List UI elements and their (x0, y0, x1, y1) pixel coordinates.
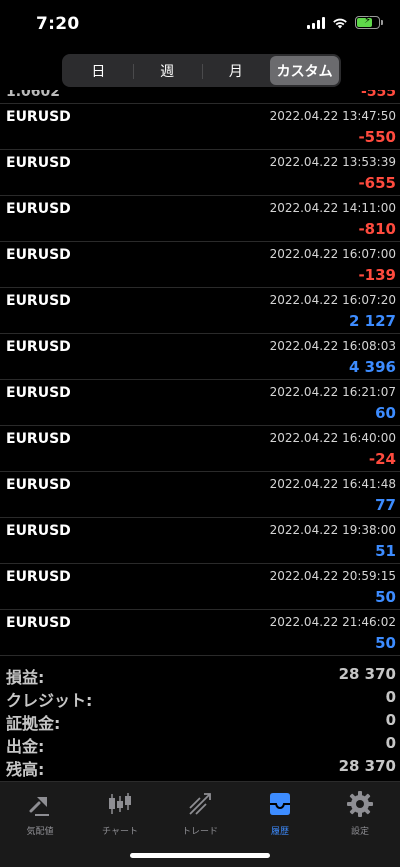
deal-profit: -810 (358, 220, 396, 238)
deal-row[interactable]: EURUSD 2022.04.22 14:11:00 -810 (0, 196, 400, 242)
period-segmented-control: 日 週 月 カスタム (62, 54, 341, 87)
deal-time: 2022.04.22 16:40:00 (269, 431, 396, 445)
deal-profit: 2 127 (349, 312, 396, 330)
deal-row[interactable]: EURUSD 2022.04.22 20:59:15 50 (0, 564, 400, 610)
partial-row-left: 1.0602 (6, 90, 61, 100)
home-indicator (130, 853, 270, 858)
status-icons: ⚡ (307, 15, 383, 29)
tab-quotes[interactable]: 気配値 (0, 782, 80, 867)
deal-time: 2022.04.22 13:47:50 (269, 109, 396, 123)
tab-day[interactable]: 日 (64, 56, 133, 85)
tab-custom[interactable]: カスタム (270, 56, 339, 85)
summary-value: 0 (385, 711, 396, 729)
deal-row[interactable]: EURUSD 2022.04.22 16:21:07 60 (0, 380, 400, 426)
summary-withdrawal: 出金: 0 (0, 731, 400, 756)
deal-profit: 60 (375, 404, 396, 422)
deal-profit: -550 (358, 128, 396, 146)
status-time: 7:20 (36, 14, 80, 34)
tab-month[interactable]: 月 (201, 56, 271, 85)
deal-symbol: EURUSD (6, 247, 71, 263)
deal-profit: 50 (375, 634, 396, 652)
deal-row[interactable]: EURUSD 2022.04.22 16:40:00 -24 (0, 426, 400, 472)
deal-time: 2022.04.22 13:53:39 (269, 155, 396, 169)
deal-symbol: EURUSD (6, 155, 71, 171)
summary-balance: 残高: 28 370 (0, 754, 400, 779)
summary-value: 0 (385, 688, 396, 706)
tab-label: チャート (102, 827, 138, 837)
quotes-icon (26, 790, 54, 818)
deal-profit: -655 (358, 174, 396, 192)
summary-label: 残高: (6, 760, 45, 779)
deal-time: 2022.04.22 16:07:20 (269, 293, 396, 307)
deal-row[interactable]: EURUSD 2022.04.22 16:41:48 77 (0, 472, 400, 518)
summary-value: 28 370 (338, 757, 396, 775)
deals-list[interactable]: 1.0602 -555 EURUSD 2022.04.22 13:47:50 -55… (0, 90, 400, 656)
battery-charging-icon: ⚡ (355, 15, 383, 29)
deal-row[interactable]: EURUSD 2022.04.22 16:07:20 2 127 (0, 288, 400, 334)
deal-profit: 77 (375, 496, 396, 514)
deal-time: 2022.04.22 16:08:03 (269, 339, 396, 353)
deal-row[interactable]: EURUSD 2022.04.22 16:08:03 4 396 (0, 334, 400, 380)
status-bar: 7:20 ⚡ (0, 0, 400, 50)
deal-profit: 51 (375, 542, 396, 560)
deal-symbol: EURUSD (6, 201, 71, 217)
history-inbox-icon (266, 790, 294, 818)
deal-symbol: EURUSD (6, 615, 71, 631)
tab-label: 気配値 (26, 827, 54, 837)
tab-settings[interactable]: 設定 (320, 782, 400, 867)
summary-value: 28 370 (338, 665, 396, 683)
summary-credit: クレジット: 0 (0, 685, 400, 710)
deal-symbol: EURUSD (6, 293, 71, 309)
candlestick-chart-icon (106, 790, 134, 818)
deal-symbol: EURUSD (6, 109, 71, 125)
tab-label: 設定 (350, 827, 369, 837)
deal-row[interactable]: EURUSD 2022.04.22 16:07:00 -139 (0, 242, 400, 288)
deal-row[interactable]: EURUSD 2022.04.22 13:53:39 -655 (0, 150, 400, 196)
cellular-signal-icon (307, 16, 325, 29)
deal-time: 2022.04.22 19:38:00 (269, 523, 396, 537)
summary-deposit: 証拠金: 0 (0, 708, 400, 733)
deal-symbol: EURUSD (6, 569, 71, 585)
account-summary: 損益: 28 370 クレジット: 0 証拠金: 0 出金: 0 残高: 28 … (0, 662, 400, 779)
deal-profit: 4 396 (349, 358, 396, 376)
deal-symbol: EURUSD (6, 385, 71, 401)
deal-time: 2022.04.22 16:21:07 (269, 385, 396, 399)
tab-label: トレード (181, 827, 218, 837)
deal-row[interactable]: EURUSD 2022.04.22 21:46:02 50 (0, 610, 400, 656)
tab-label: 履歴 (270, 827, 289, 837)
deal-symbol: EURUSD (6, 431, 71, 447)
deal-symbol: EURUSD (6, 523, 71, 539)
summary-value: 0 (385, 734, 396, 752)
deal-time: 2022.04.22 21:46:02 (269, 615, 396, 629)
trade-icon (186, 790, 214, 818)
deal-profit: -139 (358, 266, 396, 284)
deal-time: 2022.04.22 16:41:48 (269, 477, 396, 491)
tab-week[interactable]: 週 (132, 56, 202, 85)
summary-profit: 損益: 28 370 (0, 662, 400, 687)
partial-row-right: -555 (360, 90, 396, 100)
deal-profit: -24 (368, 450, 396, 468)
deal-profit: 50 (375, 588, 396, 606)
deal-time: 2022.04.22 14:11:00 (269, 201, 396, 215)
deal-time: 2022.04.22 20:59:15 (269, 569, 396, 583)
wifi-icon (333, 18, 347, 28)
deal-row[interactable]: EURUSD 2022.04.22 13:47:50 -550 (0, 104, 400, 150)
gear-icon (346, 790, 374, 818)
deal-row[interactable]: EURUSD 2022.04.22 19:38:00 51 (0, 518, 400, 564)
deal-symbol: EURUSD (6, 339, 71, 355)
deal-time: 2022.04.22 16:07:00 (269, 247, 396, 261)
deal-symbol: EURUSD (6, 477, 71, 493)
partial-row: 1.0602 -555 (0, 90, 400, 104)
